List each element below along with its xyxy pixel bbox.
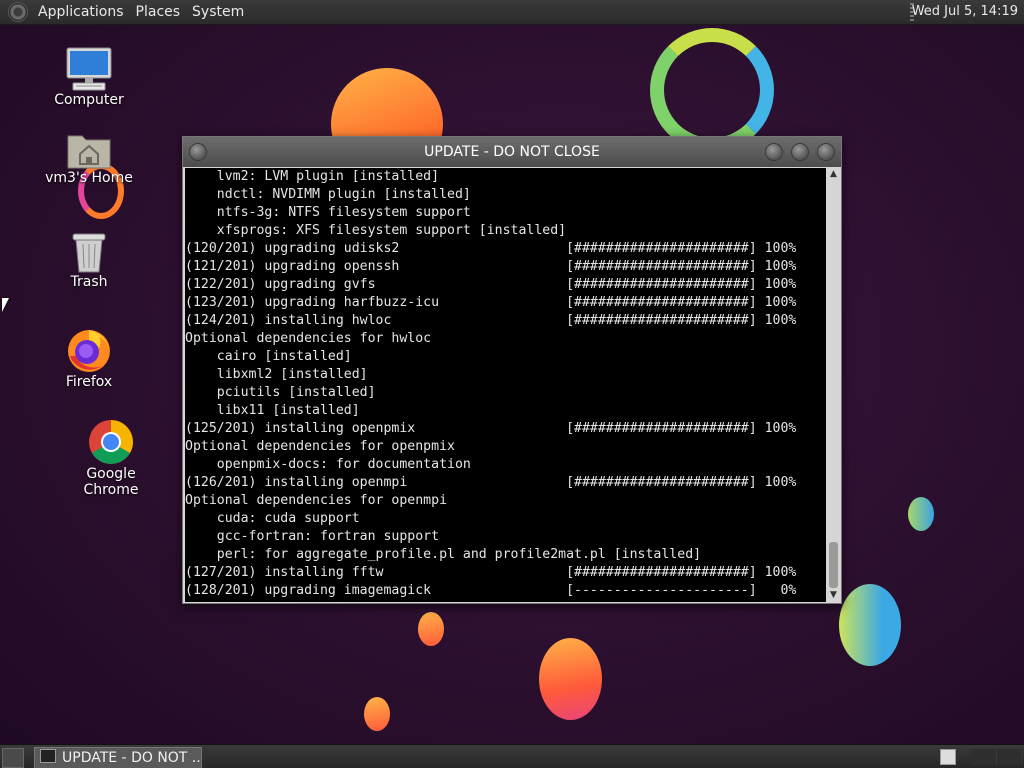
- terminal-line: ntfs-3g: NTFS filesystem support: [185, 205, 471, 220]
- terminal-line: cuda: cuda support: [185, 511, 360, 526]
- terminal-icon: [40, 749, 56, 763]
- workspace-switcher-1[interactable]: [940, 749, 956, 765]
- menu-applications[interactable]: Applications: [32, 4, 130, 20]
- terminal-line: (125/201) installing openpmix [#########…: [185, 421, 797, 436]
- desktop-icon-label: Computer: [54, 92, 124, 108]
- menu-places[interactable]: Places: [130, 4, 187, 20]
- terminal-line: (128/201) upgrading imagemagick [-------…: [185, 583, 797, 598]
- terminal-scrollbar[interactable]: ▲ ▼: [827, 168, 840, 602]
- desktop-icon-label: vm3's Home: [45, 170, 133, 186]
- terminal-line: xfsprogs: XFS filesystem support [instal…: [185, 223, 567, 238]
- terminal-line: openpmix-docs: for documentation: [185, 457, 471, 472]
- chrome-icon: [87, 418, 135, 466]
- terminal-output[interactable]: lvm2: LVM plugin [installed] ndctl: NVDI…: [185, 168, 826, 602]
- desktop-icon-trash[interactable]: Trash: [50, 230, 128, 290]
- home-folder-icon: [66, 130, 112, 170]
- taskbar-window-button[interactable]: UPDATE - DO NOT ...: [34, 747, 202, 768]
- computer-icon: [65, 46, 113, 92]
- terminal-line: (121/201) upgrading openssh [###########…: [185, 259, 797, 274]
- desktop-icon-label: Trash: [70, 274, 108, 290]
- workspace-switcher[interactable]: [972, 749, 1022, 765]
- terminal-line: perl: for aggregate_profile.pl and profi…: [185, 547, 702, 562]
- terminal-line: (124/201) installing hwloc [############…: [185, 313, 797, 328]
- wallpaper-bubble: [539, 638, 602, 720]
- taskbar-window-label: UPDATE - DO NOT ...: [62, 750, 202, 766]
- window-menu-button[interactable]: [189, 143, 207, 161]
- terminal-line: libx11 [installed]: [185, 403, 360, 418]
- close-button[interactable]: [817, 143, 835, 161]
- minimize-button[interactable]: [765, 143, 783, 161]
- menu-system[interactable]: System: [186, 4, 250, 20]
- terminal-line: (127/201) installing fftw [#############…: [185, 565, 797, 580]
- wallpaper-bubble: [364, 697, 390, 731]
- bottom-panel: UPDATE - DO NOT ...: [0, 744, 1024, 768]
- terminal-line: (122/201) upgrading gvfs [##############…: [185, 277, 797, 292]
- terminal-line: pciutils [installed]: [185, 385, 376, 400]
- desktop-icon-firefox[interactable]: Firefox: [50, 326, 128, 390]
- terminal-line: Optional dependencies for hwloc: [185, 331, 432, 346]
- terminal-line: libxml2 [installed]: [185, 367, 368, 382]
- top-panel: Applications Places System Wed Jul 5, 14…: [0, 0, 1024, 25]
- desktop-icon-chrome[interactable]: Google Chrome: [58, 418, 164, 498]
- wallpaper-bubble: [418, 612, 444, 646]
- terminal-line: cairo [installed]: [185, 349, 352, 364]
- maximize-button[interactable]: [791, 143, 809, 161]
- scrollbar-thumb[interactable]: [829, 542, 838, 588]
- wallpaper-bubble: [839, 584, 901, 666]
- wallpaper-ring: [650, 28, 774, 152]
- wallpaper-bubble: [908, 497, 934, 531]
- desktop-icon-label: Firefox: [65, 374, 113, 390]
- terminal-line: (120/201) upgrading udisks2 [###########…: [185, 241, 797, 256]
- desktop-icon-computer[interactable]: Computer: [50, 46, 128, 108]
- scroll-down-arrow-icon[interactable]: ▼: [827, 589, 840, 602]
- mouse-pointer-icon: [2, 298, 9, 312]
- update-window[interactable]: UPDATE - DO NOT CLOSE lvm2: LVM plugin […: [182, 136, 842, 604]
- terminal-line: (123/201) upgrading harfbuzz-icu [######…: [185, 295, 797, 310]
- terminal-line: Optional dependencies for openpmix: [185, 439, 455, 454]
- scroll-up-arrow-icon[interactable]: ▲: [827, 168, 840, 181]
- show-desktop-icon[interactable]: [2, 748, 24, 768]
- desktop-icon-label: Google Chrome: [83, 466, 139, 498]
- terminal-line: lvm2: LVM plugin [installed]: [185, 169, 440, 184]
- desktop-icon-home[interactable]: vm3's Home: [44, 130, 134, 186]
- clock[interactable]: Wed Jul 5, 14:19: [912, 4, 1018, 19]
- trash-icon: [69, 230, 109, 274]
- distro-logo-icon[interactable]: [8, 2, 28, 22]
- terminal-line: gcc-fortran: fortran support: [185, 529, 440, 544]
- terminal-line: ndctl: NVDIMM plugin [installed]: [185, 187, 471, 202]
- window-title: UPDATE - DO NOT CLOSE: [424, 144, 600, 160]
- terminal-line: (126/201) installing openmpi [##########…: [185, 475, 797, 490]
- window-titlebar[interactable]: UPDATE - DO NOT CLOSE: [183, 137, 841, 167]
- terminal-line: Optional dependencies for openmpi: [185, 493, 448, 508]
- firefox-icon: [65, 326, 113, 374]
